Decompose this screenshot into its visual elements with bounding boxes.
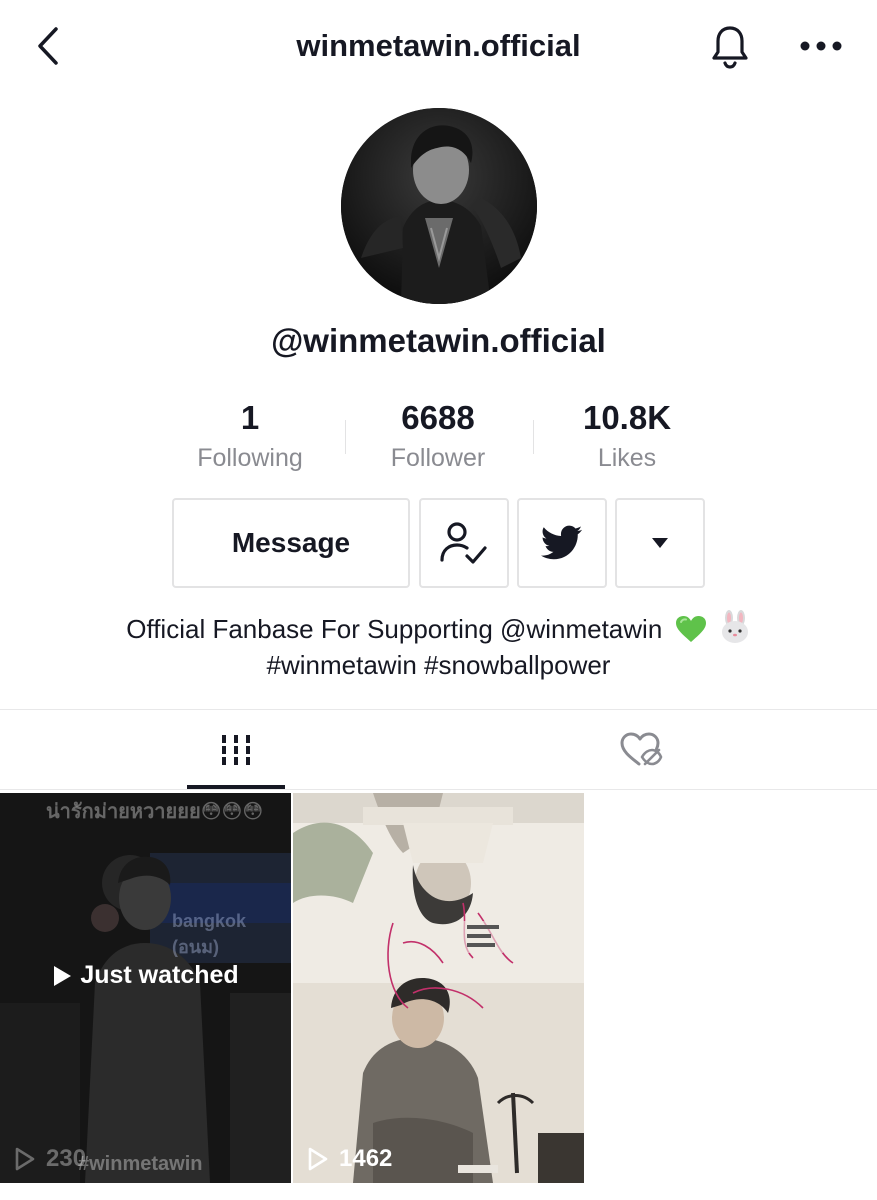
- play-outline-icon: [308, 1147, 328, 1171]
- video-caption-mid: bangkok (อนม): [172, 911, 247, 957]
- view-count-value: 1462: [339, 1145, 393, 1172]
- twitter-icon: [541, 525, 583, 560]
- video-thumbnail-image: [293, 793, 584, 1183]
- play-icon: [54, 965, 72, 986]
- profile-bio: Official Fanbase For Supporting @winmeta…: [0, 610, 877, 683]
- divider: [0, 709, 877, 710]
- stat-likes[interactable]: 10.8K Likes: [532, 398, 722, 476]
- avatar[interactable]: [341, 108, 537, 304]
- stat-followers-label: Follower: [390, 444, 486, 472]
- video-thumbnail[interactable]: 1462: [293, 793, 584, 1183]
- view-count: 230: [14, 1145, 86, 1173]
- just-watched-overlay: Just watched: [0, 961, 291, 990]
- play-outline-icon: [15, 1147, 35, 1171]
- bio-hashtags[interactable]: #winmetawin #snowballpower: [0, 647, 877, 683]
- caret-down-icon: [652, 538, 668, 548]
- back-button[interactable]: [28, 22, 68, 70]
- twitter-button[interactable]: [517, 498, 607, 588]
- grid-icon: [222, 735, 250, 765]
- avatar-photo: [341, 108, 537, 304]
- stat-likes-value: 10.8K: [582, 399, 672, 436]
- tab-videos[interactable]: [187, 712, 285, 788]
- stat-following-label: Following: [197, 444, 303, 472]
- stat-following-value: 1: [240, 399, 260, 436]
- user-check-icon: [440, 522, 487, 564]
- page-title: winmetawin.official: [296, 28, 581, 63]
- stat-followers-value: 6688: [401, 399, 475, 436]
- heart-hidden-icon: [620, 732, 663, 766]
- bio-line-1: Official Fanbase For Supporting @winmeta…: [0, 610, 877, 647]
- green-heart-icon: [675, 616, 706, 642]
- video-caption-bottom: #winmetawin: [78, 1153, 203, 1175]
- video-thumbnail[interactable]: น่ารักม่ายหวายยย😳😳😳 bangkok (อนม) Just w…: [0, 793, 291, 1183]
- more-options-button[interactable]: [796, 24, 846, 68]
- message-button[interactable]: Message: [172, 498, 410, 588]
- stat-likes-label: Likes: [597, 444, 657, 472]
- just-watched-label: Just watched: [80, 961, 239, 989]
- bio-text: Official Fanbase For Supporting @winmeta…: [126, 614, 663, 644]
- stat-followers[interactable]: 6688 Follower: [343, 398, 533, 476]
- stat-following[interactable]: 1 Following: [155, 398, 345, 476]
- chevron-left-icon: [38, 27, 58, 65]
- profile-username: @winmetawin.official: [271, 322, 606, 359]
- following-status-button[interactable]: [419, 498, 509, 588]
- more-horizontal-icon: [800, 41, 842, 51]
- notification-button[interactable]: [706, 22, 754, 72]
- tab-liked[interactable]: [592, 712, 690, 788]
- view-count: 1462: [307, 1145, 392, 1173]
- divider: [0, 789, 877, 790]
- video-caption-top: น่ารักม่ายหวายยย😳😳😳: [46, 801, 264, 823]
- top-bar: winmetawin.official: [0, 0, 877, 92]
- rabbit-face-icon: [721, 610, 748, 643]
- more-actions-dropdown[interactable]: [615, 498, 705, 588]
- bell-icon: [712, 26, 748, 69]
